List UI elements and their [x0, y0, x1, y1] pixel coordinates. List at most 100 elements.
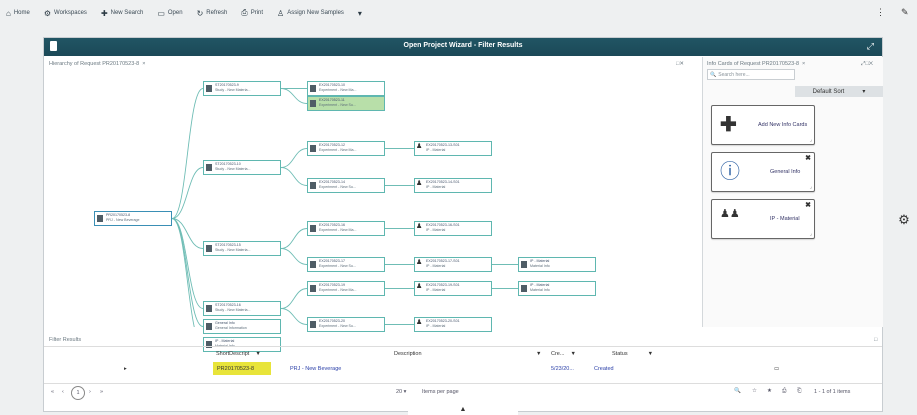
chevron-down-icon: ▾ [403, 389, 407, 395]
tree-node-st2[interactable]: ST20170523-10 Study - New Materia... [203, 160, 281, 175]
toolbar-home-button[interactable]: ⌂ Home [6, 9, 30, 18]
folder-icon [310, 285, 316, 292]
column-label: Status [612, 351, 628, 357]
tree-node-s3[interactable]: ♟ EX20170523-16-S01 IP - Material [414, 221, 492, 236]
more-menu-icon[interactable]: ⋮ [876, 7, 885, 18]
person-icon: ♟ [416, 283, 423, 290]
add-info-card-button[interactable]: ✚ Add New Info Cards ⌟ [711, 105, 815, 145]
folder-icon [521, 261, 527, 268]
tree-node-m2[interactable]: IP - Material Material Info [518, 281, 596, 296]
tree-node-st1[interactable]: ST20170523-9 Study - New Materia... [203, 81, 281, 96]
filter-results-tab[interactable]: Filter Results [49, 337, 81, 343]
tree-node-st3[interactable]: ST20170523-15 Study - New Materia... [203, 241, 281, 256]
toolbar-assign-new-samples-button[interactable]: ♙ Assign New Samples [277, 9, 344, 18]
print-icon[interactable]: ⎙ [782, 388, 786, 395]
column-header-status[interactable]: Status ▼ [612, 348, 653, 360]
toolbar-workspaces-button[interactable]: ⚙ Workspaces [44, 9, 87, 18]
default-sort-dropdown[interactable]: Default Sort ▾ [795, 86, 883, 97]
column-header-description[interactable]: Description [394, 348, 422, 360]
resize-corner-icon: ⌟ [809, 184, 812, 190]
column-header-shortdescript[interactable]: ShortDescript ▼ [216, 348, 261, 360]
tree-node-s4[interactable]: ♟ EX20170523-17-S01 IP - Material [414, 257, 492, 272]
toolbar-refresh-button[interactable]: ↻ Refresh [197, 9, 228, 18]
tree-node-e3[interactable]: EX20170523-12 Experiment - New Ma... [307, 141, 385, 156]
tree-node-m1[interactable]: IP - Material Material Info [518, 257, 596, 272]
info-cards-search-input[interactable]: 🔍 Search here... [707, 69, 795, 80]
node-description: IP - Material [426, 287, 446, 292]
current-page-indicator[interactable]: 1 [71, 386, 85, 400]
refresh-icon: ↻ [196, 8, 204, 18]
folder-icon [310, 145, 316, 152]
info-cards-panel: Info Cards of Request PR20170523-8 × ⤢□✕… [702, 57, 883, 327]
star-outline-icon[interactable]: ☆ [752, 388, 757, 394]
resize-corner-icon: ⌟ [809, 137, 812, 143]
tree-node-s2[interactable]: ♟ EX20170523-14-S01 IP - Material [414, 178, 492, 193]
tree-node-e2[interactable]: EX20170523-11 Experiment - New Su... [307, 96, 385, 111]
tree-node-st4[interactable]: ST20170523-16 Study - New Materia... [203, 301, 281, 316]
search-placeholder: Search here... [718, 71, 750, 78]
toolbar-dropdown-button[interactable]: ▾ [358, 9, 362, 18]
tree-node-e7[interactable]: EX20170523-19 Experiment - New Ma... [307, 281, 385, 296]
info-card-general-info[interactable]: ⓘ General Info ✖ ⌟ [711, 152, 815, 192]
toolbar-label: New Search [110, 10, 144, 16]
tree-edge [280, 148, 308, 168]
tree-node-e5[interactable]: EX20170523-16 Experiment - New Ma... [307, 221, 385, 236]
folder-icon [310, 182, 316, 189]
next-page-button[interactable]: › [89, 389, 91, 395]
info-cards-tab[interactable]: Info Cards of Request PR20170523-8 × [707, 59, 805, 69]
filter-icon[interactable]: ▼ [255, 351, 260, 357]
filter-icon[interactable]: ▼ [536, 348, 541, 360]
last-page-button[interactable]: » [100, 389, 103, 395]
dropdown-icon: ▾ [357, 8, 362, 18]
toolbar-label: Assign New Samples [287, 10, 344, 16]
toolbar-new-search-button[interactable]: ✚ New Search [101, 9, 143, 18]
collapse-tab-icon[interactable]: ▲ [408, 404, 518, 415]
maximize-icon[interactable]: □ [874, 337, 877, 343]
tree-node-gi[interactable]: General Info General Information [203, 319, 281, 334]
toolbar-open-button[interactable]: ▭ Open [157, 9, 182, 18]
info-card-ip-material[interactable]: ♟♟ IP - Material ✖ ⌟ [711, 199, 815, 239]
fullscreen-icon[interactable]: ⤢ [867, 41, 874, 52]
close-icon[interactable]: ✖ [805, 201, 811, 209]
tree-node-root[interactable]: PR20170523-8 PRJ - New Beverage [94, 211, 172, 226]
row-expand-icon[interactable]: ▸ [124, 362, 127, 375]
export-icon[interactable]: ⎗ [797, 388, 801, 395]
star-filled-icon[interactable]: ★ [767, 388, 772, 394]
settings-gear-icon[interactable]: ⚙ [895, 211, 913, 229]
info-cards-tab-label: Info Cards of Request PR20170523-8 [707, 61, 800, 67]
toolbar-label: Refresh [206, 10, 228, 16]
assign-icon: ♙ [277, 8, 285, 18]
pager-summary: 1 - 1 of 1 items [814, 389, 851, 395]
info-cards-tab-close-icon[interactable]: × [802, 61, 805, 67]
toolbar-label: Print [250, 10, 264, 16]
filter-icon[interactable]: ▼ [648, 351, 653, 357]
first-page-button[interactable]: « [51, 389, 54, 395]
card-label: IP - Material [770, 216, 800, 222]
tree-node-s5[interactable]: ♟ EX20170523-19-S01 IP - Material [414, 281, 492, 296]
folder-icon [310, 100, 316, 107]
tree-node-s6[interactable]: ♟ EX20170523-20-S01 IP - Material [414, 317, 492, 332]
tree-node-e1[interactable]: EX20170523-10 Experiment - New Ma... [307, 81, 385, 96]
tree-node-e4[interactable]: EX20170523-14 Experiment - New Su... [307, 178, 385, 193]
close-icon[interactable]: ✖ [805, 154, 811, 162]
description-cell[interactable]: PRJ - New Beverage [290, 362, 341, 375]
column-header-created[interactable]: Cre... ▼ [551, 348, 576, 360]
filter-icon[interactable]: ▼ [570, 351, 575, 357]
tree-node-e8[interactable]: EX20170523-20 Experiment - New Su... [307, 317, 385, 332]
home-icon: ⌂ [6, 8, 11, 18]
comment-icon[interactable]: ▭ [774, 362, 779, 375]
node-description: General Information [215, 325, 247, 330]
tree-node-s1[interactable]: ♟ EX20170523-13-S01 IP - Material [414, 141, 492, 156]
info-cards-panel-controls[interactable]: ⤢□✕ [861, 59, 873, 69]
tree-node-e6[interactable]: EX20170523-17 Experiment - New Su... [307, 257, 385, 272]
table-row[interactable]: ▸ PR20170523-8 PRJ - New Beverage 5/23/2… [44, 362, 882, 375]
pen-tool-icon[interactable]: ✎ [901, 7, 909, 18]
print-icon: ⎙ [241, 8, 248, 17]
prev-page-button[interactable]: ‹ [62, 389, 64, 395]
zoom-icon[interactable]: 🔍 [734, 388, 741, 394]
items-per-page-value: 20 [396, 389, 403, 395]
short-description-cell: PR20170523-8 [213, 362, 271, 375]
toolbar-print-button[interactable]: ⎙ Print [241, 8, 263, 18]
items-per-page-select[interactable]: 20 ▾ [396, 389, 406, 395]
node-description: Experiment - New Ma... [319, 287, 357, 292]
